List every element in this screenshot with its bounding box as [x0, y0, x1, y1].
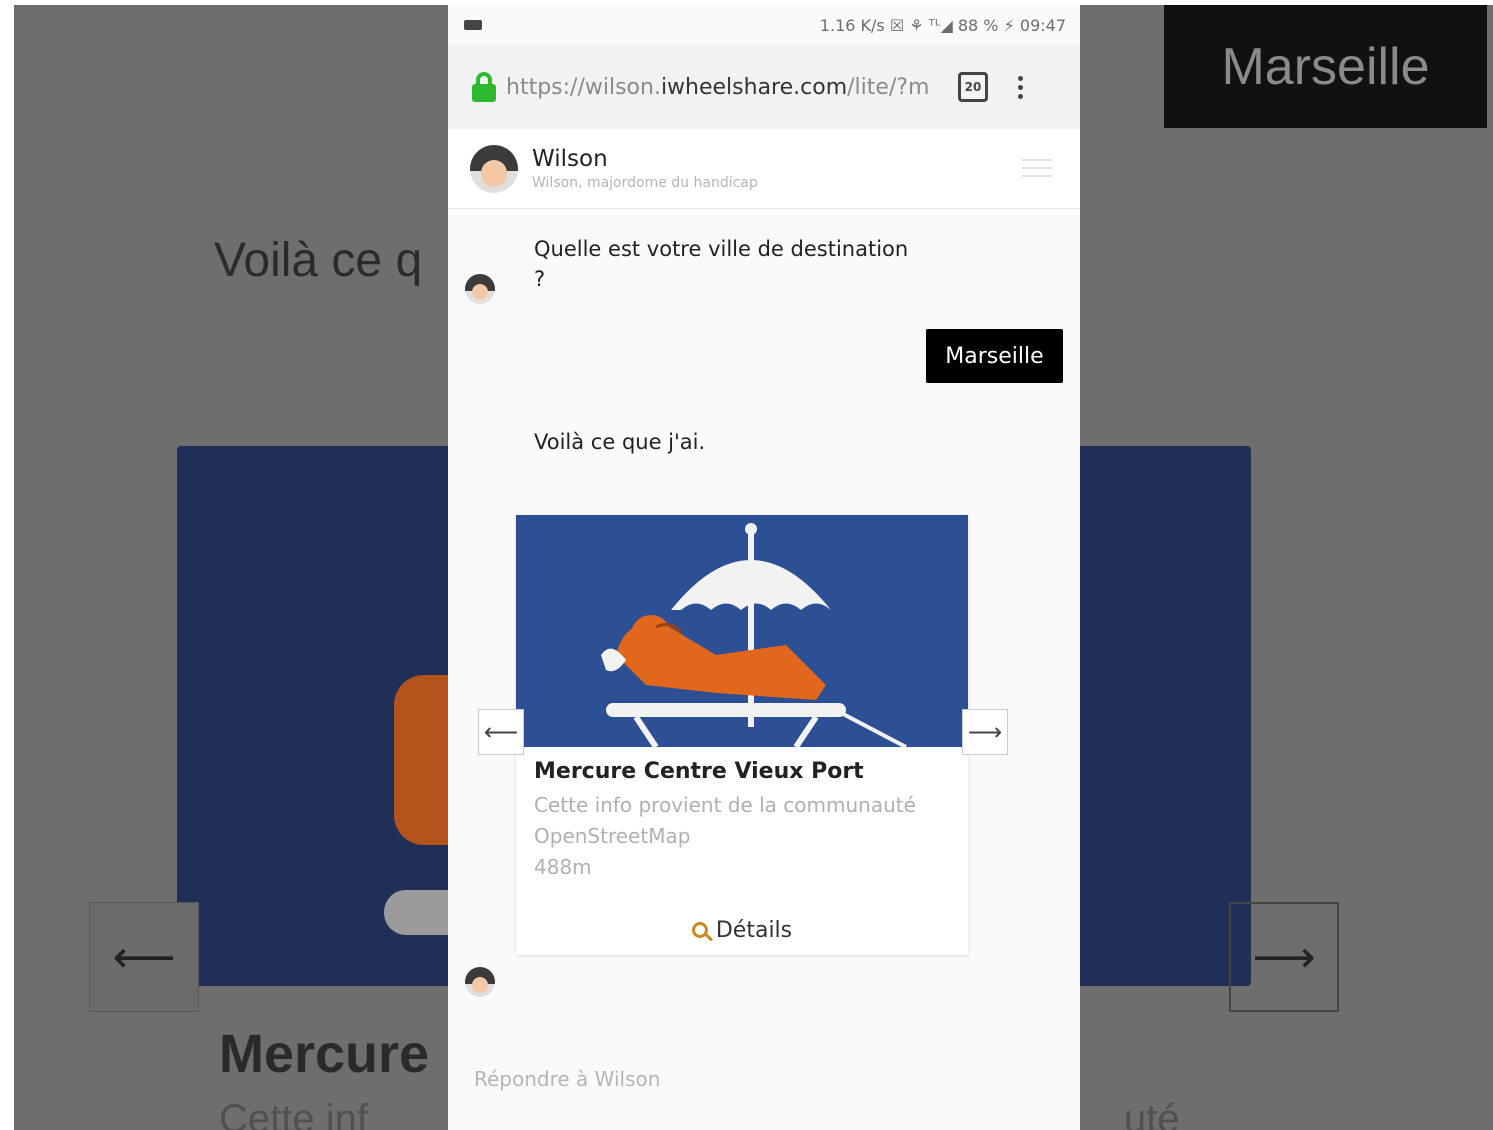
bg-right-arrow-icon: ⟶: [1229, 902, 1339, 1012]
chat-area: Quelle est votre ville de destination ? …: [448, 209, 1080, 1130]
details-button[interactable]: Détails: [516, 905, 968, 955]
bg-marseille-bubble: Marseille: [1164, 5, 1487, 128]
url-text[interactable]: https://wilson.iwheelshare.com/lite/?m: [506, 75, 936, 100]
avatar: [470, 144, 518, 193]
bot-result-intro: Voilà ce que j'ai.: [534, 430, 706, 454]
user-message-bubble: Marseille: [926, 329, 1063, 383]
reply-input[interactable]: Répondre à Wilson: [474, 1067, 660, 1091]
tab-switcher-button[interactable]: 20: [958, 72, 988, 102]
bot-avatar: [465, 274, 495, 304]
status-info: 1.16 K/s ☒ ⚘ ᵀᴸ◢ 88 % ⚡ 09:47: [819, 15, 1066, 35]
bg-voila-text: Voilà ce q: [214, 234, 423, 287]
bg-cette-text: Cette inf: [219, 1097, 368, 1130]
bot-avatar: [465, 967, 495, 997]
card-description: Cette info provient de la communauté Ope…: [534, 790, 954, 883]
card-desc-line1: Cette info provient de la communauté: [534, 793, 916, 817]
hamburger-menu-icon[interactable]: [1022, 159, 1052, 177]
browser-url-bar[interactable]: https://wilson.iwheelshare.com/lite/?m 2…: [448, 45, 1080, 129]
url-host: iwheelshare.com: [660, 74, 848, 100]
url-suffix: /lite/?m: [847, 74, 930, 100]
lock-icon: [472, 72, 496, 102]
hotel-card: Mercure Centre Vieux Port Cette info pro…: [516, 515, 968, 955]
bot-question: Quelle est votre ville de destination ?: [534, 237, 909, 291]
video-icon: [464, 20, 482, 30]
chat-name: Wilson: [532, 146, 608, 172]
bg-mercure-title: Mercure: [219, 1024, 430, 1084]
url-prefix: https://wilson.: [506, 74, 661, 100]
more-menu-icon[interactable]: [1018, 75, 1024, 99]
status-bar: 1.16 K/s ☒ ⚘ ᵀᴸ◢ 88 % ⚡ 09:47: [448, 5, 1080, 45]
card-title: Mercure Centre Vieux Port: [534, 759, 864, 784]
bg-cette-right-text: uté: [1124, 1097, 1180, 1130]
card-desc-line2: OpenStreetMap: [534, 824, 691, 848]
chat-subtitle: Wilson, majordome du handicap: [532, 175, 758, 191]
beach-illustration: [516, 515, 968, 747]
card-distance: 488m: [534, 855, 592, 879]
carousel-prev-button[interactable]: ⟵: [478, 709, 524, 755]
carousel-next-button[interactable]: ⟶: [962, 709, 1008, 755]
details-label: Détails: [715, 917, 793, 943]
chat-header: Wilson Wilson, majordome du handicap: [448, 129, 1080, 209]
bg-left-arrow-icon: ⟵: [89, 902, 199, 1012]
phone-screen: 1.16 K/s ☒ ⚘ ᵀᴸ◢ 88 % ⚡ 09:47 https://wi…: [448, 5, 1080, 1130]
search-icon: [691, 922, 708, 938]
